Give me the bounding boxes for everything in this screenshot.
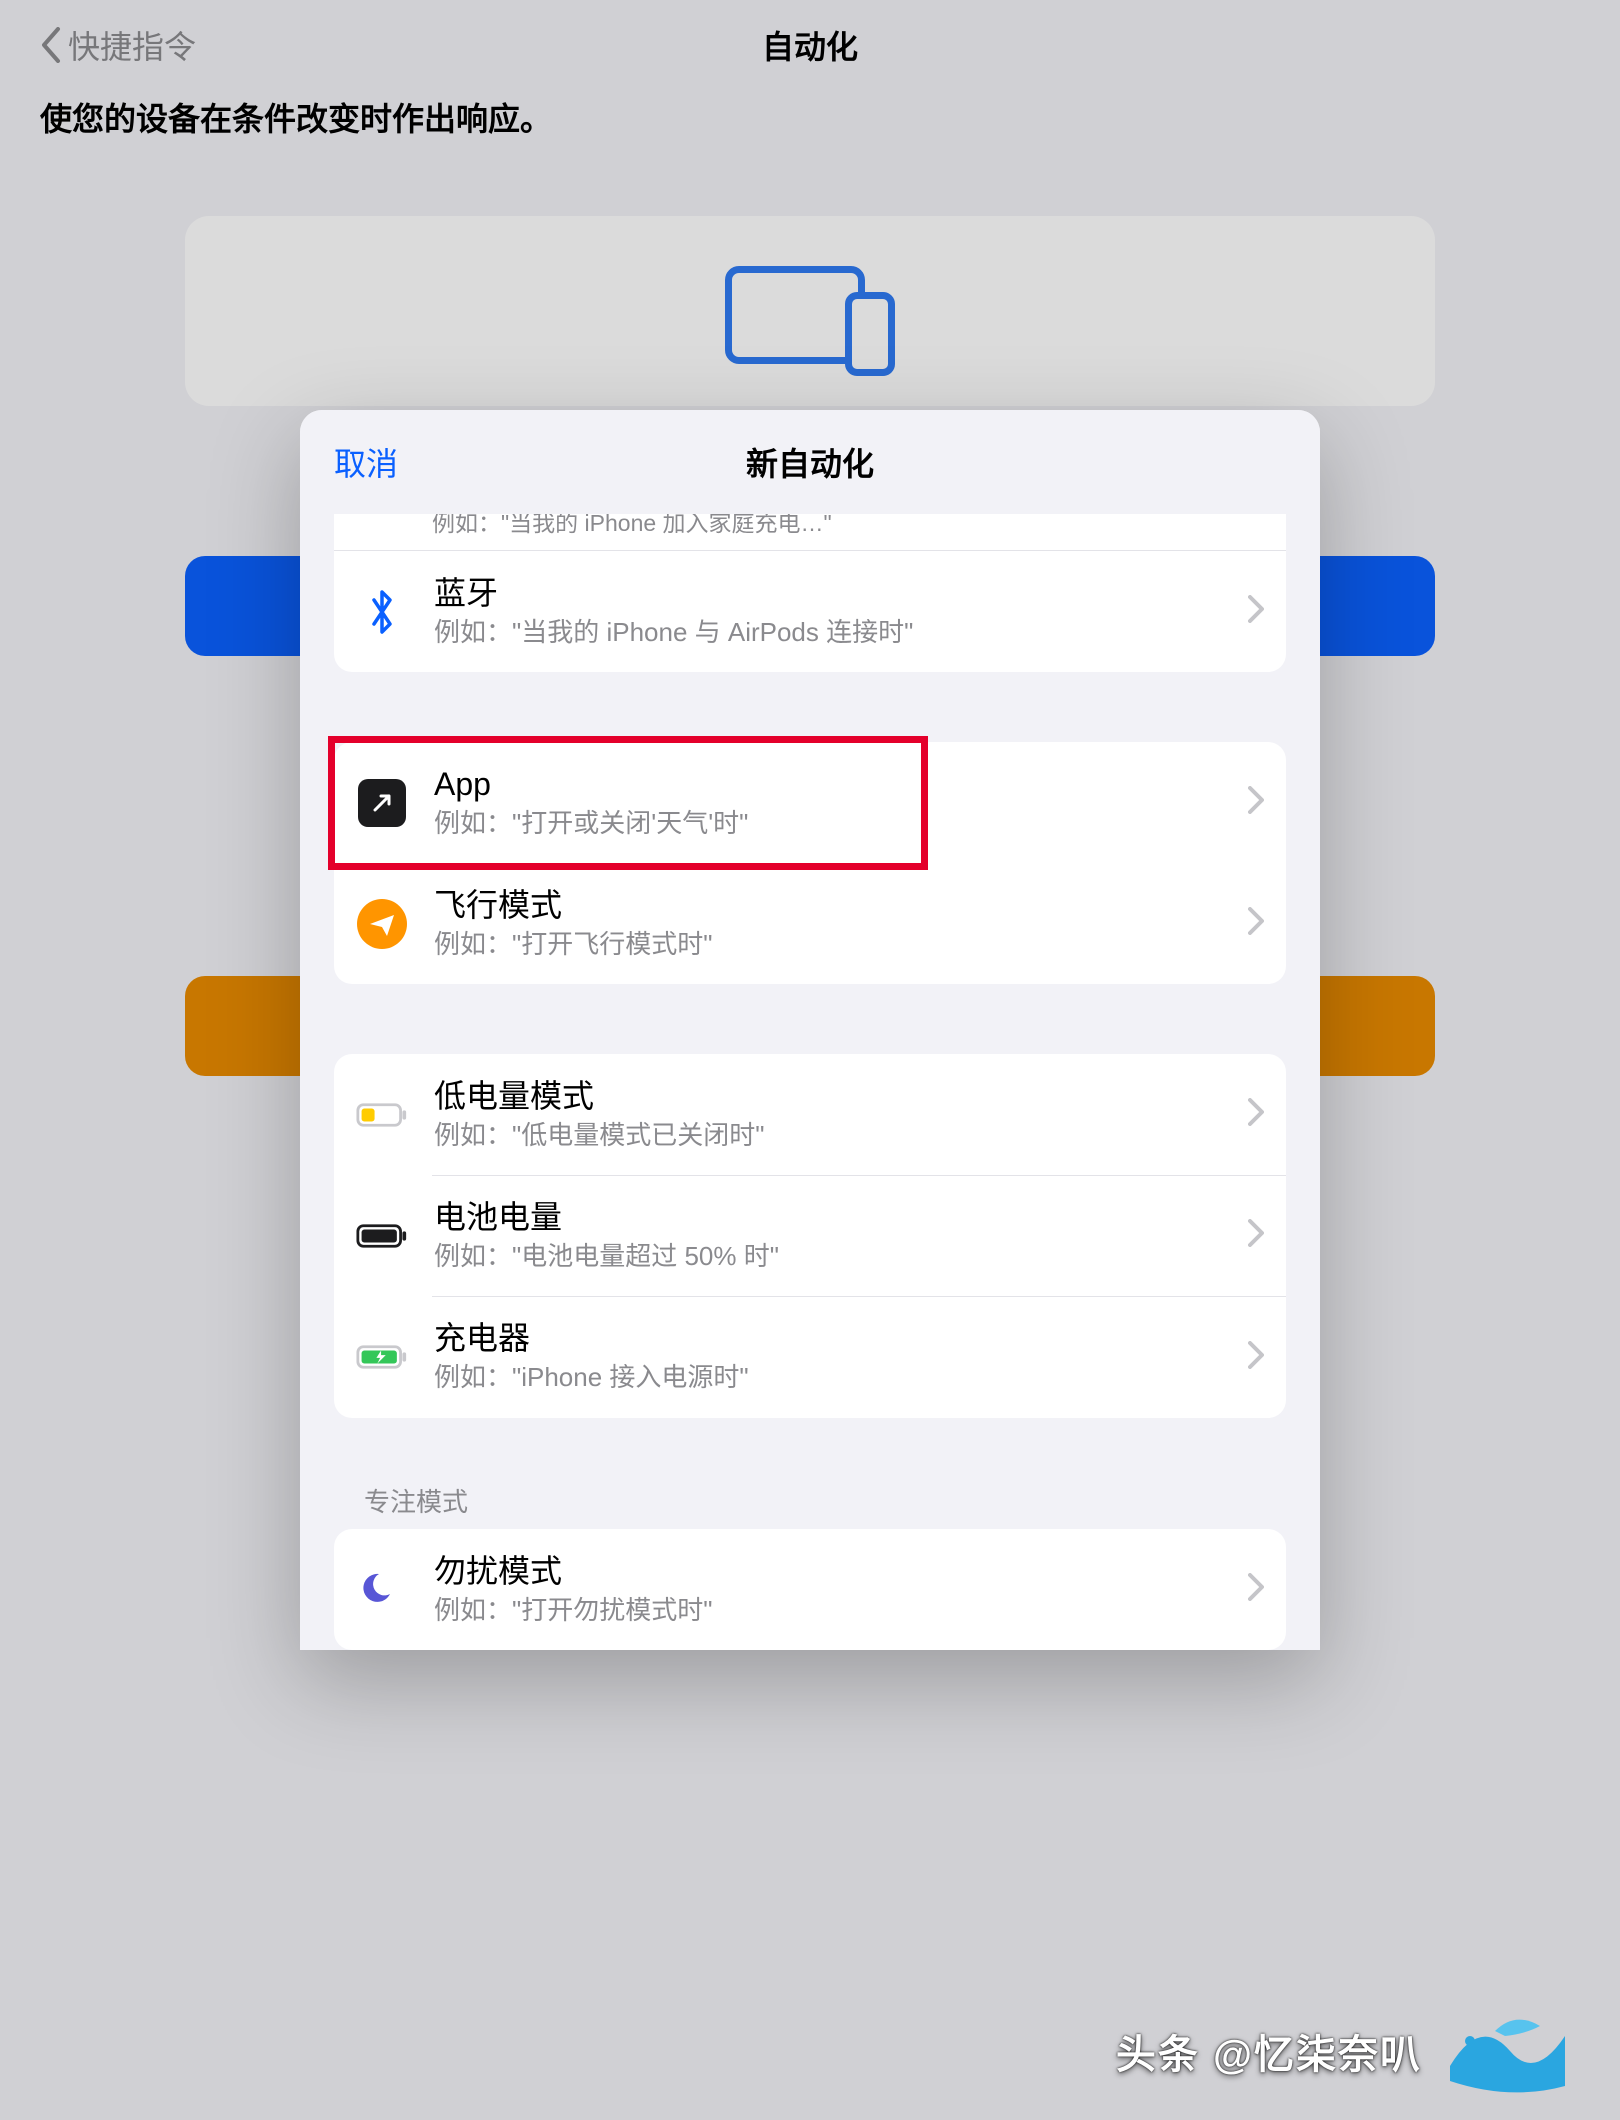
row-bluetooth[interactable]: 蓝牙 例如："当我的 iPhone 与 AirPods 连接时": [334, 551, 1286, 672]
chevron-right-icon: [1248, 595, 1264, 628]
chevron-left-icon: [40, 27, 62, 63]
airplane-icon: [356, 899, 408, 949]
sheet-header: 取消 新自动化: [300, 410, 1320, 514]
row-subtitle: 例如："低电量模式已关闭时": [434, 1118, 1222, 1153]
row-title: 低电量模式: [434, 1076, 1222, 1116]
page-subtitle: 使您的设备在条件改变时作出响应。: [0, 90, 1620, 166]
back-button[interactable]: 快捷指令: [40, 22, 196, 68]
back-label: 快捷指令: [68, 22, 196, 68]
row-title: 飞行模式: [434, 885, 1222, 925]
devices-icon: [725, 266, 895, 376]
section-connection: 例如："当我的 iPhone 加入家庭充电…" 蓝牙 例如："当我的 iPhon…: [334, 514, 1286, 672]
chevron-right-icon: [1248, 1573, 1264, 1606]
row-title: 蓝牙: [434, 573, 1222, 613]
row-airplane-mode[interactable]: 飞行模式 例如："打开飞行模式时": [334, 863, 1286, 984]
chevron-right-icon: [1248, 1341, 1264, 1374]
row-subtitle: 例如："iPhone 接入电源时": [434, 1360, 1222, 1395]
nav-bar: 快捷指令 自动化: [0, 0, 1620, 90]
row-title: 充电器: [434, 1318, 1222, 1358]
truncated-row[interactable]: 例如："当我的 iPhone 加入家庭充电…": [334, 514, 1286, 551]
row-do-not-disturb[interactable]: 勿扰模式 例如："打开勿扰模式时": [334, 1529, 1286, 1650]
row-subtitle: 例如："打开飞行模式时": [434, 927, 1222, 962]
row-title: App: [434, 764, 1222, 804]
sheet-title: 新自动化: [746, 439, 874, 485]
chevron-right-icon: [1248, 1098, 1264, 1131]
chevron-right-icon: [1248, 907, 1264, 940]
row-title: 勿扰模式: [434, 1551, 1222, 1591]
cancel-button[interactable]: 取消: [334, 439, 398, 485]
new-automation-sheet: 取消 新自动化 例如："当我的 iPhone 加入家庭充电…" 蓝牙 例如："当…: [300, 410, 1320, 1650]
watermark-text: 头条 @忆柒奈叭: [1116, 2022, 1422, 2080]
row-subtitle: 例如："打开勿扰模式时": [434, 1593, 1222, 1628]
row-subtitle: 例如："电池电量超过 50% 时": [434, 1239, 1222, 1274]
row-low-power[interactable]: 低电量模式 例如："低电量模式已关闭时": [334, 1054, 1286, 1175]
sheet-scroll[interactable]: 例如："当我的 iPhone 加入家庭充电…" 蓝牙 例如："当我的 iPhon…: [300, 514, 1320, 1650]
chevron-right-icon: [1248, 786, 1264, 819]
low-power-icon: [356, 1100, 408, 1130]
row-charger[interactable]: 充电器 例如："iPhone 接入电源时": [334, 1296, 1286, 1417]
watermark-logo-icon: [1440, 2006, 1570, 2096]
section-focus: 勿扰模式 例如："打开勿扰模式时": [334, 1529, 1286, 1650]
bluetooth-icon: [356, 588, 408, 636]
app-icon: [356, 779, 408, 827]
hero-card: [185, 216, 1435, 406]
section-label-focus: 专注模式: [334, 1482, 1286, 1519]
row-app[interactable]: App 例如："打开或关闭'天气'时": [334, 742, 1286, 863]
section-app-modes: App 例如："打开或关闭'天气'时" 飞行模式 例如："打开飞行模式时": [334, 742, 1286, 984]
section-battery: 低电量模式 例如："低电量模式已关闭时" 电池电量 例如："电池电量超过 50%…: [334, 1054, 1286, 1417]
moon-icon: [356, 1569, 408, 1609]
battery-level-icon: [356, 1221, 408, 1251]
row-title: 电池电量: [434, 1197, 1222, 1237]
row-subtitle: 例如："打开或关闭'天气'时": [434, 806, 1222, 841]
row-subtitle: 例如："当我的 iPhone 与 AirPods 连接时": [434, 615, 1222, 650]
watermark: 头条 @忆柒奈叭: [1116, 2006, 1570, 2096]
page-title: 自动化: [762, 22, 858, 68]
chevron-right-icon: [1248, 1219, 1264, 1252]
charger-icon: [356, 1342, 408, 1372]
row-battery-level[interactable]: 电池电量 例如："电池电量超过 50% 时": [334, 1175, 1286, 1296]
